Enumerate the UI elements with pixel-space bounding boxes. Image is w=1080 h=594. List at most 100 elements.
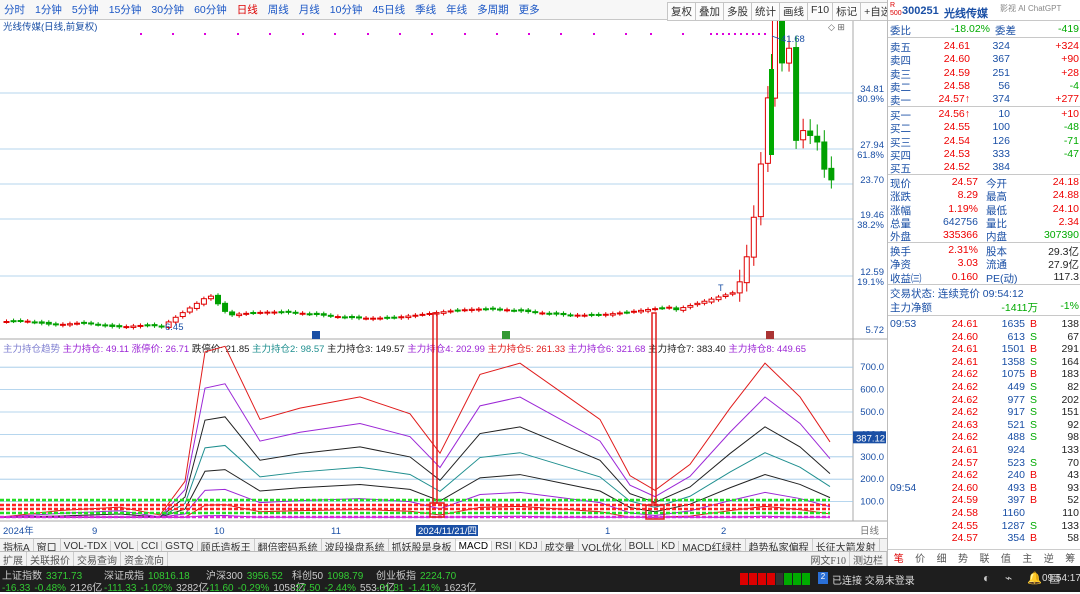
bell-icon[interactable]: 🔔 [1027, 571, 1042, 585]
period-tab[interactable]: 45日线 [372, 2, 405, 17]
bid-row: 买二 24.55 100 -48 [888, 121, 1080, 135]
period-tab[interactable]: 60分钟 [194, 2, 227, 17]
panel-tab[interactable]: 主 [1022, 550, 1032, 565]
stock-code[interactable]: 300251 [902, 5, 939, 17]
period-tab[interactable]: 分时 [4, 2, 25, 17]
candle-body [186, 307, 193, 313]
event-marker-icon[interactable] [766, 331, 774, 339]
panel-tab[interactable]: 联 [979, 550, 989, 565]
tick-row: 24.55 1287 S 133 [888, 520, 1080, 533]
period-tab[interactable]: 更多 [519, 2, 540, 17]
tool-button[interactable]: F10 [807, 2, 834, 21]
panel-tab[interactable]: 细 [937, 550, 947, 565]
index-pct: -1.02% [140, 583, 173, 594]
candle-body [278, 311, 285, 314]
cell: S [1030, 330, 1038, 343]
indicator-tab[interactable]: MACD [455, 540, 493, 552]
candle-body [475, 308, 482, 311]
candle-body [581, 314, 588, 317]
bottom-tab[interactable]: 交易查询 [74, 551, 121, 567]
quote-row: 外盘 335366 内盘 307390 [888, 229, 1080, 243]
candle-body [151, 324, 158, 327]
cell: 291 [1061, 343, 1079, 356]
tool-button[interactable]: 复权 [667, 2, 696, 21]
period-tab[interactable]: 1分钟 [35, 2, 62, 17]
connection-status[interactable]: 已连接 交易未登录 [832, 572, 915, 587]
indicator-legend-item: 主力持仓2: 98.57 [252, 343, 327, 355]
candle-body [88, 322, 95, 325]
cell: 24.62 [951, 469, 978, 482]
indicator-legend-item: 主力持仓8: 449.65 [728, 343, 806, 355]
candle-body [102, 324, 109, 327]
cell: 24.55 [951, 519, 978, 532]
cell: 24.60 [951, 330, 978, 343]
cell: 24.10 [1052, 202, 1079, 215]
period-tab[interactable]: 多周期 [477, 2, 509, 17]
cell: 09:54 [890, 481, 917, 494]
period-tab[interactable]: 季线 [415, 2, 436, 17]
event-marker-icon[interactable] [312, 331, 320, 339]
period-tab[interactable]: 周线 [268, 2, 289, 17]
indicator-tab[interactable]: VOL-TDX [61, 540, 112, 552]
period-tab[interactable]: 5分钟 [72, 2, 99, 17]
quote-row: 收益㈢ 0.160 PE(动) 117.3 [888, 271, 1080, 285]
candle-body [447, 310, 454, 313]
index-amount: 2126亿 [70, 583, 103, 594]
period-tab[interactable]: 30分钟 [151, 2, 184, 17]
indicator-tab[interactable]: GSTQ [162, 540, 198, 552]
indicator-tab[interactable]: CCI [138, 540, 163, 552]
side-tab[interactable]: 测边栏 [850, 551, 887, 567]
cell: 397 [1007, 494, 1025, 507]
kline-chart-area[interactable]: 光线传媒(日线,前复权) ◇ ⊞34.8180.9%27.9461.8%23.70… [0, 21, 887, 538]
panel-tab[interactable]: 笔 [894, 550, 904, 565]
period-tab[interactable]: 10分钟 [330, 2, 363, 17]
quote-row: 总量 642756 量比 2.34 [888, 216, 1080, 230]
bottom-tab[interactable]: 关联报价 [27, 551, 74, 567]
tool-button[interactable]: 统计 [751, 2, 780, 21]
stock-name[interactable]: 光线传媒 [944, 5, 988, 21]
candle-body [419, 313, 426, 316]
indicator-tab[interactable]: KD [658, 540, 680, 552]
cell: 24.62 [951, 393, 978, 406]
candle-body [222, 302, 229, 312]
side-tab[interactable]: 网文F10 [807, 551, 850, 567]
signal-icon[interactable]: ⌁ [1005, 571, 1012, 585]
indicator-tab[interactable]: BOLL [626, 540, 659, 552]
period-tab[interactable]: 月线 [299, 2, 320, 17]
tool-button[interactable]: 叠加 [695, 2, 724, 21]
quote-row: 涨幅 1.19% 最低 24.10 [888, 202, 1080, 217]
period-tab[interactable]: 年线 [446, 2, 467, 17]
cell: B [1030, 494, 1038, 507]
panel-tab[interactable]: 值 [1001, 550, 1011, 565]
indicator-tab[interactable]: VOL [111, 540, 139, 552]
candle-body [701, 300, 708, 304]
tool-button[interactable]: 标记 [832, 2, 862, 21]
theme-icon[interactable]: ◐ [983, 571, 990, 585]
candle-body [461, 309, 468, 312]
panel-tab[interactable]: 筹 [1065, 550, 1075, 565]
indicator-tab[interactable]: KDJ [516, 540, 542, 552]
cell: 151 [1061, 406, 1079, 419]
cell: -1411万 [1001, 302, 1038, 314]
chart-settings-icon[interactable]: ◇ ⊞ [828, 22, 845, 32]
candle-body [729, 292, 736, 295]
candle-body [193, 302, 200, 309]
bottom-tab[interactable]: 资金流向 [121, 551, 168, 567]
panel-footer-tabs: 笔价细势联值主逆筹 [888, 549, 1080, 565]
panel-tab[interactable]: 势 [958, 550, 968, 565]
period-tab[interactable]: 15分钟 [109, 2, 142, 17]
tool-button[interactable]: 多股 [723, 2, 752, 21]
quote-row: 现价 24.57 今开 24.18 [888, 176, 1080, 190]
period-tab[interactable]: 日线 [237, 2, 258, 17]
cursor-value: 387.12 [856, 433, 885, 444]
candle-body [440, 311, 447, 314]
panel-tab[interactable]: 逆 [1044, 550, 1054, 565]
tool-button[interactable]: 画线 [779, 2, 808, 21]
indicator-tab[interactable]: RSI [492, 540, 516, 552]
panel-tab[interactable]: 价 [915, 550, 925, 565]
candle-body [757, 163, 764, 218]
event-marker-icon[interactable] [502, 331, 510, 339]
bid-row: 买五 24.52 384 [888, 161, 1080, 175]
cell: -1% [1060, 300, 1079, 312]
bottom-tab[interactable]: 扩展 [0, 551, 27, 567]
